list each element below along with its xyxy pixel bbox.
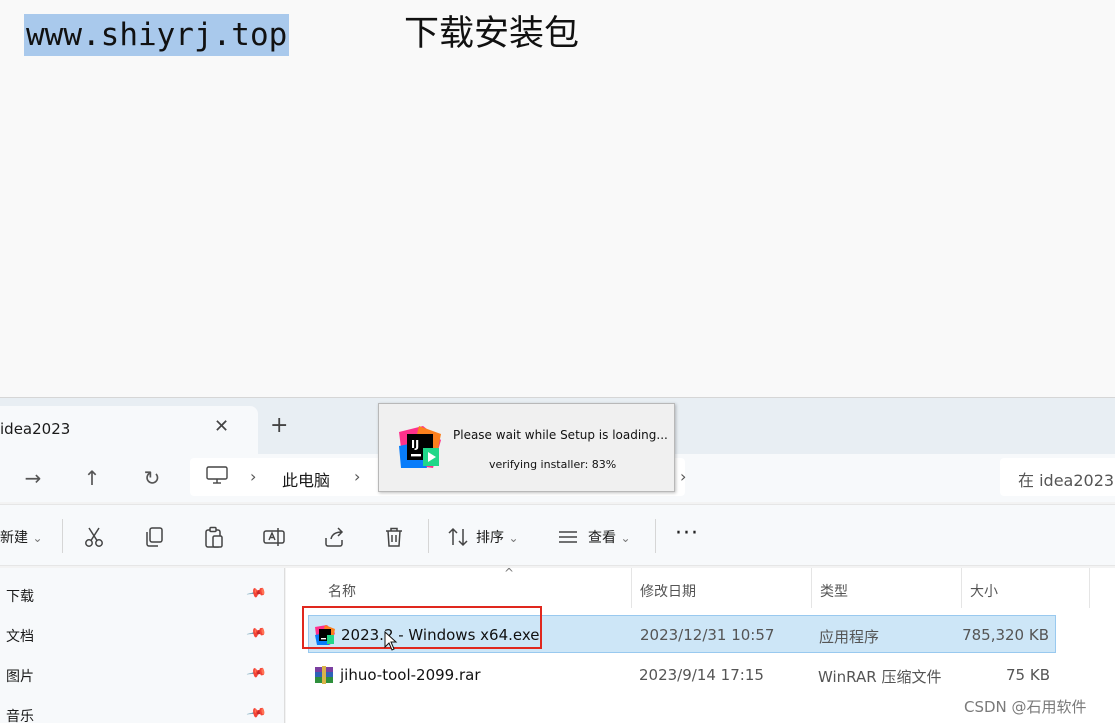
- site-url-text: www.shiyrj.top: [24, 14, 290, 56]
- column-header-size[interactable]: 大小: [962, 568, 1090, 608]
- sidebar-item-pictures[interactable]: 图片 📌: [0, 656, 285, 696]
- setup-loading-dialog: IJ Please wait while Setup is loading...…: [378, 403, 675, 492]
- pin-icon: 📌: [245, 582, 268, 605]
- tab-idea2023[interactable]: idea2023 ✕: [0, 406, 258, 454]
- file-size: 785,320 KB: [962, 626, 1049, 644]
- column-header-label: 名称: [328, 584, 356, 600]
- copy-icon[interactable]: [142, 525, 166, 549]
- chevron-down-icon: ⌄: [620, 531, 631, 545]
- new-tab-button[interactable]: +: [270, 414, 288, 438]
- navigation-pane: 下载 📌 文档 📌 图片 📌 音乐 📌: [0, 568, 285, 723]
- file-type: WinRAR 压缩文件: [818, 668, 942, 686]
- search-input[interactable]: 在 idea2023 中搜索: [1018, 467, 1115, 491]
- view-label: 查看: [588, 530, 616, 546]
- pin-icon: 📌: [245, 702, 268, 723]
- view-icon[interactable]: [556, 525, 580, 549]
- up-icon[interactable]: ↑: [77, 464, 107, 492]
- svg-text:IJ: IJ: [411, 438, 419, 451]
- computer-icon: [206, 466, 228, 484]
- sidebar-item-documents[interactable]: 文档 📌: [0, 616, 285, 656]
- sort-label: 排序: [476, 530, 504, 546]
- command-bar: 新建 ⌄ 排序 ⌄ 查看 ⌄ ···: [0, 504, 1115, 566]
- view-button[interactable]: 查看 ⌄: [588, 527, 631, 547]
- setup-loading-message: Please wait while Setup is loading...: [453, 428, 668, 442]
- new-label: 新建: [0, 530, 28, 546]
- file-name: jihuo-tool-2099.rar: [340, 666, 481, 684]
- file-date: 2023/9/14 17:15: [639, 666, 764, 684]
- sidebar-item-label: 文档: [6, 629, 34, 645]
- banner-title: 下载安装包: [404, 14, 580, 54]
- sidebar-item-label: 图片: [6, 669, 34, 685]
- search-box[interactable]: 在 idea2023 中搜索: [1000, 458, 1115, 496]
- breadcrumb-this-pc[interactable]: 此电脑: [282, 467, 330, 491]
- column-header-label: 类型: [820, 584, 848, 600]
- watermark-text: CSDN @石用软件: [964, 698, 1087, 716]
- delete-icon[interactable]: [382, 525, 406, 549]
- sort-button[interactable]: 排序 ⌄: [476, 527, 519, 547]
- file-size: 75 KB: [1006, 666, 1050, 684]
- setup-status-text: verifying installer: 83%: [489, 458, 617, 471]
- pin-icon: 📌: [245, 662, 268, 685]
- mouse-cursor-icon: [384, 631, 398, 651]
- sidebar-item-music[interactable]: 音乐 📌: [0, 696, 285, 723]
- annotation-highlight-box: [302, 606, 542, 649]
- column-header-label: 大小: [970, 584, 998, 600]
- chevron-down-icon: ⌄: [508, 531, 519, 545]
- intellij-idea-logo-icon: IJ: [399, 426, 441, 468]
- sidebar-item-downloads[interactable]: 下载 📌: [0, 576, 285, 616]
- forward-icon[interactable]: →: [18, 464, 48, 492]
- file-row-rar[interactable]: jihuo-tool-2099.rar 2023/9/14 17:15 WinR…: [308, 656, 1056, 694]
- sort-ascending-icon: ^: [504, 566, 515, 580]
- winrar-archive-icon: [315, 666, 333, 684]
- breadcrumb-separator-icon[interactable]: ›: [354, 467, 360, 486]
- file-date: 2023/12/31 10:57: [640, 626, 775, 644]
- column-header-name[interactable]: 名称 ^: [320, 566, 632, 608]
- chevron-down-icon: ⌄: [32, 531, 43, 545]
- share-icon[interactable]: [322, 525, 346, 549]
- column-header-label: 修改日期: [640, 584, 696, 600]
- refresh-icon[interactable]: ↻: [137, 464, 167, 492]
- paste-icon[interactable]: [202, 525, 226, 549]
- file-type: 应用程序: [819, 628, 880, 646]
- tab-label: idea2023: [0, 420, 71, 438]
- new-button[interactable]: 新建 ⌄: [0, 527, 43, 547]
- sidebar-item-label: 音乐: [6, 709, 34, 723]
- cut-icon[interactable]: [82, 525, 106, 549]
- column-header-date[interactable]: 修改日期: [632, 568, 812, 608]
- toolbar-divider: [62, 519, 63, 553]
- sort-icon[interactable]: [446, 525, 470, 549]
- toolbar-divider: [655, 519, 656, 553]
- pin-icon: 📌: [245, 622, 268, 645]
- more-options-icon[interactable]: ···: [675, 521, 699, 546]
- toolbar-divider: [428, 519, 429, 553]
- breadcrumb-separator-icon: ›: [250, 467, 257, 486]
- banner: www.shiyrj.top 下载安装包: [0, 0, 1115, 397]
- breadcrumb-separator-icon[interactable]: ›: [680, 467, 686, 486]
- column-header-type[interactable]: 类型: [812, 568, 962, 608]
- tab-close-icon[interactable]: ✕: [214, 416, 229, 437]
- rename-icon[interactable]: [262, 525, 286, 549]
- sidebar-item-label: 下载: [6, 589, 34, 605]
